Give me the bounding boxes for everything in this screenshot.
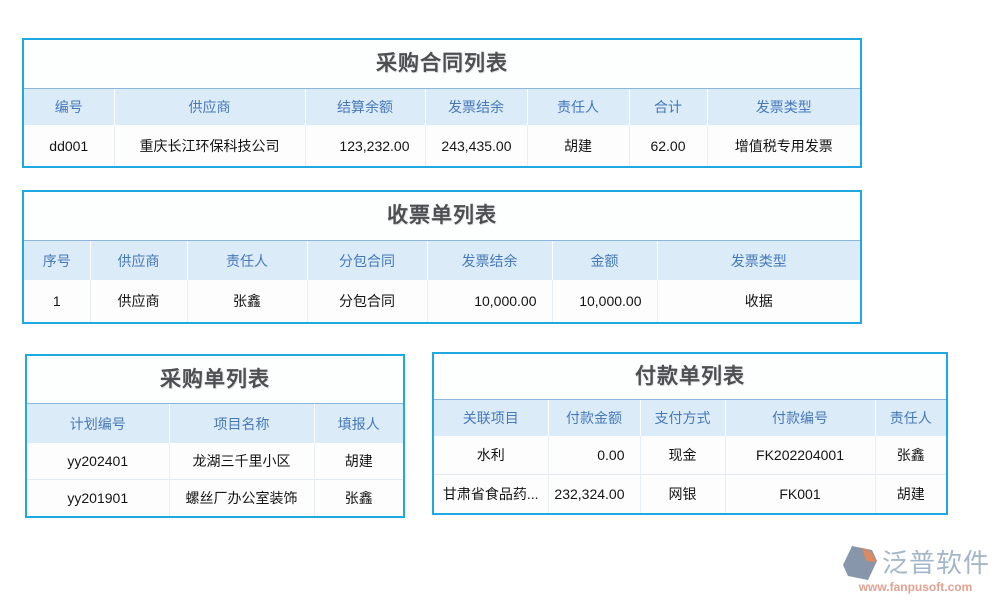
cell-payment-code: FK001	[725, 475, 875, 514]
receipt-panel: 收票单列表 序号 供应商 责任人 分包合同 发票结余 金额 发票类型 1 供应商…	[22, 190, 862, 324]
header-row: 关联项目 付款金额 支付方式 付款编号 责任人	[434, 400, 946, 437]
table-row: 1 供应商 张鑫 分包合同 10,000.00 10,000.00 收据	[24, 280, 860, 322]
cell-responsible: 胡建	[527, 125, 629, 166]
cell-payment-amount: 232,324.00	[548, 475, 640, 514]
cell-amount: 10,000.00	[552, 280, 657, 322]
header-row: 编号 供应商 结算余额 发票结余 责任人 合计 发票类型	[24, 89, 860, 126]
column-header-subcontract: 分包合同	[307, 241, 427, 281]
column-header-amount: 金额	[552, 241, 657, 281]
cell-supplier: 供应商	[90, 280, 187, 322]
header-row: 计划编号 项目名称 填报人	[27, 404, 403, 444]
cell-total: 62.00	[629, 125, 707, 166]
cell-reporter: 张鑫	[314, 480, 403, 517]
cell-code: dd001	[24, 125, 114, 166]
cell-related-project: 甘肃省食品药...	[434, 475, 548, 514]
column-header-payment-code: 付款编号	[725, 400, 875, 437]
cell-project-name: 龙湖三千里小区	[169, 443, 314, 480]
cell-responsible: 胡建	[875, 475, 946, 514]
cell-project-name: 螺丝厂办公室装饰	[169, 480, 314, 517]
column-header-reporter: 填报人	[314, 404, 403, 444]
column-header-responsible: 责任人	[875, 400, 946, 437]
table-row: yy201901 螺丝厂办公室装饰 张鑫	[27, 480, 403, 517]
receipt-table: 序号 供应商 责任人 分包合同 发票结余 金额 发票类型 1 供应商 张鑫 分包…	[24, 240, 860, 322]
cell-reporter: 胡建	[314, 443, 403, 480]
column-header-settlement-balance: 结算余额	[305, 89, 425, 126]
column-header-total: 合计	[629, 89, 707, 126]
cell-payment-code: FK202204001	[725, 436, 875, 475]
column-header-code: 编号	[24, 89, 114, 126]
table-row: 水利 0.00 现金 FK202204001 张鑫	[434, 436, 946, 475]
table-row: yy202401 龙湖三千里小区 胡建	[27, 443, 403, 480]
column-header-seq: 序号	[24, 241, 90, 281]
purchase-contract-table: 编号 供应商 结算余额 发票结余 责任人 合计 发票类型 dd001 重庆长江环…	[24, 88, 860, 166]
column-header-project-name: 项目名称	[169, 404, 314, 444]
column-header-responsible: 责任人	[527, 89, 629, 126]
cell-subcontract: 分包合同	[307, 280, 427, 322]
purchase-order-table: 计划编号 项目名称 填报人 yy202401 龙湖三千里小区 胡建 yy2019…	[27, 403, 403, 516]
fanpusoft-logo-url: www.fanpusoft.com	[841, 580, 990, 594]
fanpusoft-logo-icon	[841, 544, 879, 582]
cell-plan-code: yy201901	[27, 480, 169, 517]
cell-seq: 1	[24, 280, 90, 322]
cell-responsible: 张鑫	[875, 436, 946, 475]
column-header-invoice-type: 发票类型	[707, 89, 860, 126]
table-row: dd001 重庆长江环保科技公司 123,232.00 243,435.00 胡…	[24, 125, 860, 166]
column-header-supplier: 供应商	[90, 241, 187, 281]
column-header-payment-amount: 付款金额	[548, 400, 640, 437]
cell-invoice-type: 增值税专用发票	[707, 125, 860, 166]
column-header-supplier: 供应商	[114, 89, 305, 126]
cell-payment-method: 现金	[640, 436, 725, 475]
column-header-responsible: 责任人	[187, 241, 307, 281]
payment-panel: 付款单列表 关联项目 付款金额 支付方式 付款编号 责任人 水利 0.00 现金…	[432, 352, 948, 515]
column-header-plan-code: 计划编号	[27, 404, 169, 444]
payment-title: 付款单列表	[434, 354, 946, 399]
purchase-contract-panel: 采购合同列表 编号 供应商 结算余额 发票结余 责任人 合计 发票类型 dd00…	[22, 38, 862, 168]
receipt-title: 收票单列表	[24, 192, 860, 240]
purchase-contract-title: 采购合同列表	[24, 40, 860, 88]
header-row: 序号 供应商 责任人 分包合同 发票结余 金额 发票类型	[24, 241, 860, 281]
table-row: 甘肃省食品药... 232,324.00 网银 FK001 胡建	[434, 475, 946, 514]
column-header-invoice-balance: 发票结余	[425, 89, 527, 126]
fanpusoft-logo-text: 泛普软件	[882, 544, 990, 582]
column-header-invoice-type: 发票类型	[657, 241, 860, 281]
cell-settlement-balance: 123,232.00	[305, 125, 425, 166]
cell-payment-method: 网银	[640, 475, 725, 514]
column-header-payment-method: 支付方式	[640, 400, 725, 437]
cell-payment-amount: 0.00	[548, 436, 640, 475]
column-header-invoice-balance: 发票结余	[427, 241, 552, 281]
cell-related-project: 水利	[434, 436, 548, 475]
cell-invoice-balance: 10,000.00	[427, 280, 552, 322]
cell-supplier: 重庆长江环保科技公司	[114, 125, 305, 166]
fanpusoft-logo[interactable]: 泛普软件 www.fanpusoft.com	[841, 544, 990, 594]
purchase-order-panel: 采购单列表 计划编号 项目名称 填报人 yy202401 龙湖三千里小区 胡建 …	[25, 354, 405, 518]
cell-invoice-type: 收据	[657, 280, 860, 322]
column-header-related-project: 关联项目	[434, 400, 548, 437]
cell-plan-code: yy202401	[27, 443, 169, 480]
cell-responsible: 张鑫	[187, 280, 307, 322]
payment-table: 关联项目 付款金额 支付方式 付款编号 责任人 水利 0.00 现金 FK202…	[434, 399, 946, 513]
cell-invoice-balance: 243,435.00	[425, 125, 527, 166]
purchase-order-title: 采购单列表	[27, 356, 403, 403]
